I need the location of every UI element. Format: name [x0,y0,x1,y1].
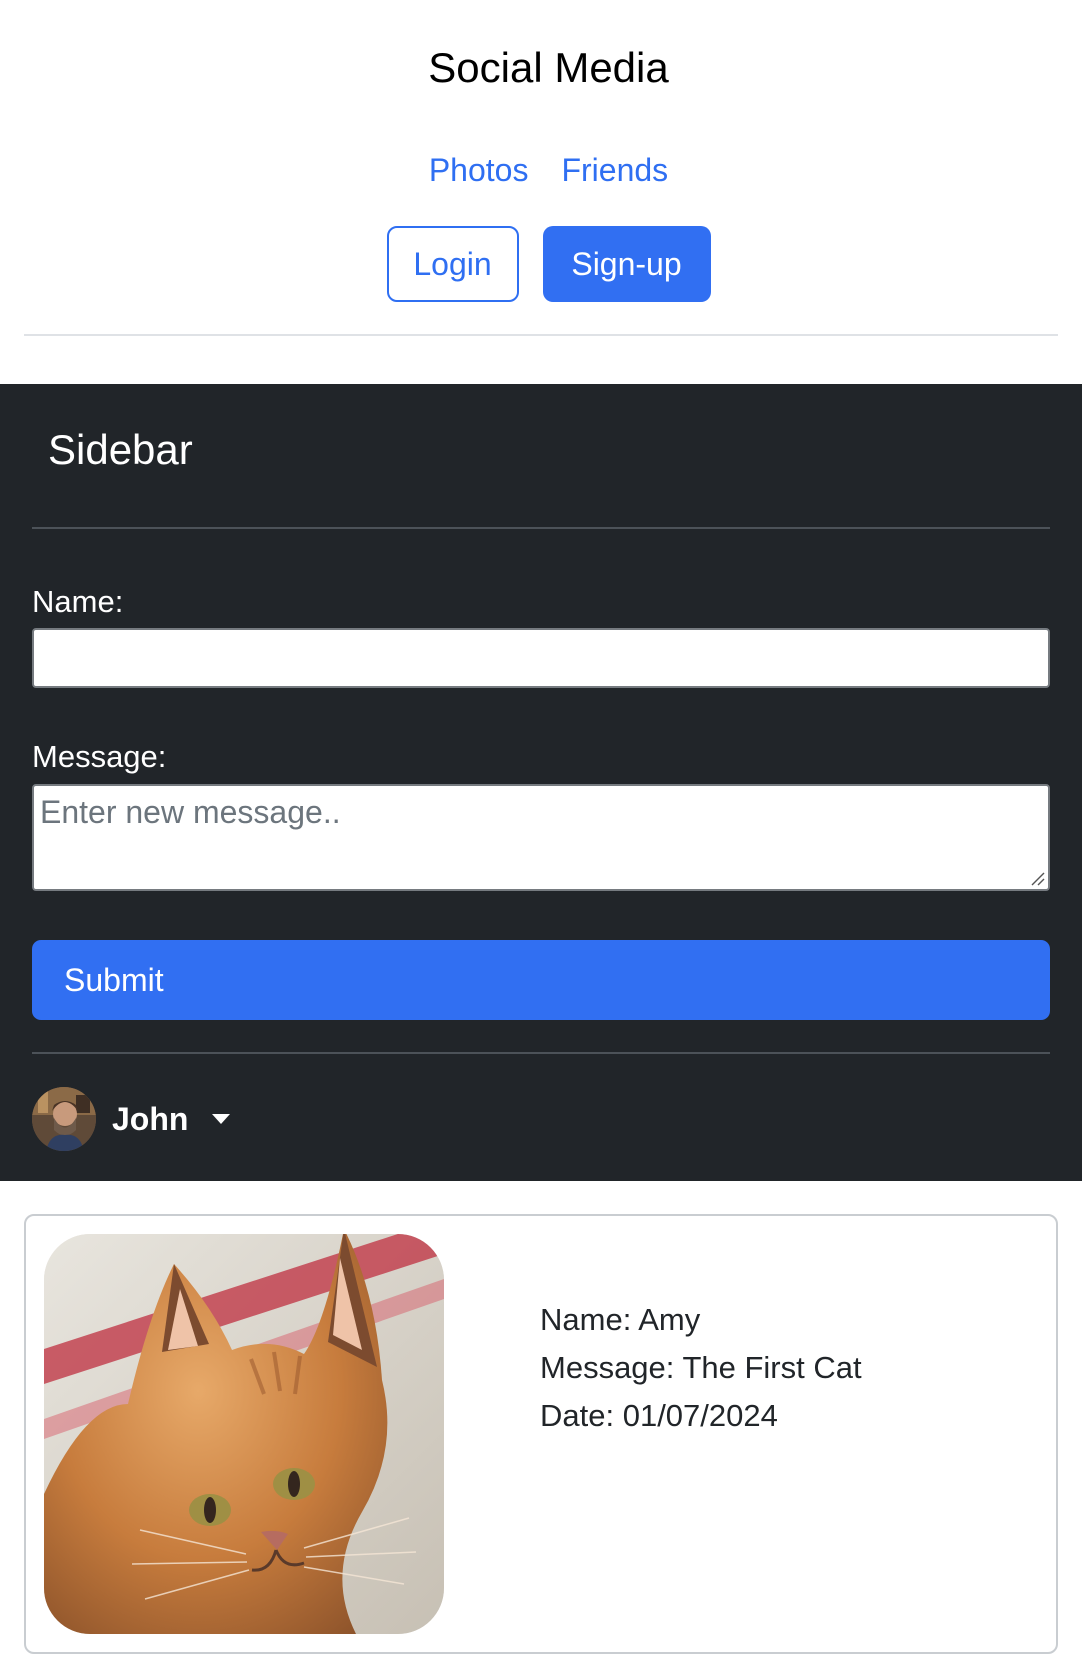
site-title: Social Media [428,44,669,91]
sidebar-title: Sidebar [48,426,193,473]
submit-button[interactable]: Submit [32,940,1050,1020]
post-details: Name: Amy Message: The First Cat Date: 0… [540,1296,862,1440]
post-card: Name: Amy Message: The First Cat Date: 0… [24,1214,1058,1654]
cat-photo-icon [44,1234,444,1634]
nav-link-photos[interactable]: Photos [429,150,529,190]
message-textarea[interactable] [32,784,1050,891]
nav-link-friends[interactable]: Friends [561,150,668,190]
name-label: Name: [32,584,124,619]
signup-button[interactable]: Sign-up [542,226,711,302]
post-date: Date: 01/07/2024 [540,1398,778,1433]
sidebar-divider-top [32,527,1050,529]
login-button[interactable]: Login [386,226,519,302]
post-name: Name: Amy [540,1302,701,1337]
post-message: Message: The First Cat [540,1350,862,1385]
header-divider [24,334,1058,336]
user-dropdown[interactable]: John [32,1086,231,1152]
sidebar-divider-bottom [32,1052,1050,1054]
cat-photo [44,1234,444,1634]
name-input[interactable] [32,628,1050,688]
chevron-down-icon [212,1114,231,1124]
message-label: Message: [32,739,167,774]
auth-buttons: Login Sign-up [0,226,1082,302]
avatar-image [32,1087,96,1151]
site-header: Social Media Photos Friends Login Sign-u… [0,0,1082,384]
user-avatar-icon [32,1087,96,1151]
user-name: John [112,1100,189,1137]
resize-handle-icon[interactable] [1031,872,1045,886]
main-nav: Photos Friends [0,150,1082,190]
sidebar: Sidebar Name: Message: Submit John [0,384,1082,1181]
